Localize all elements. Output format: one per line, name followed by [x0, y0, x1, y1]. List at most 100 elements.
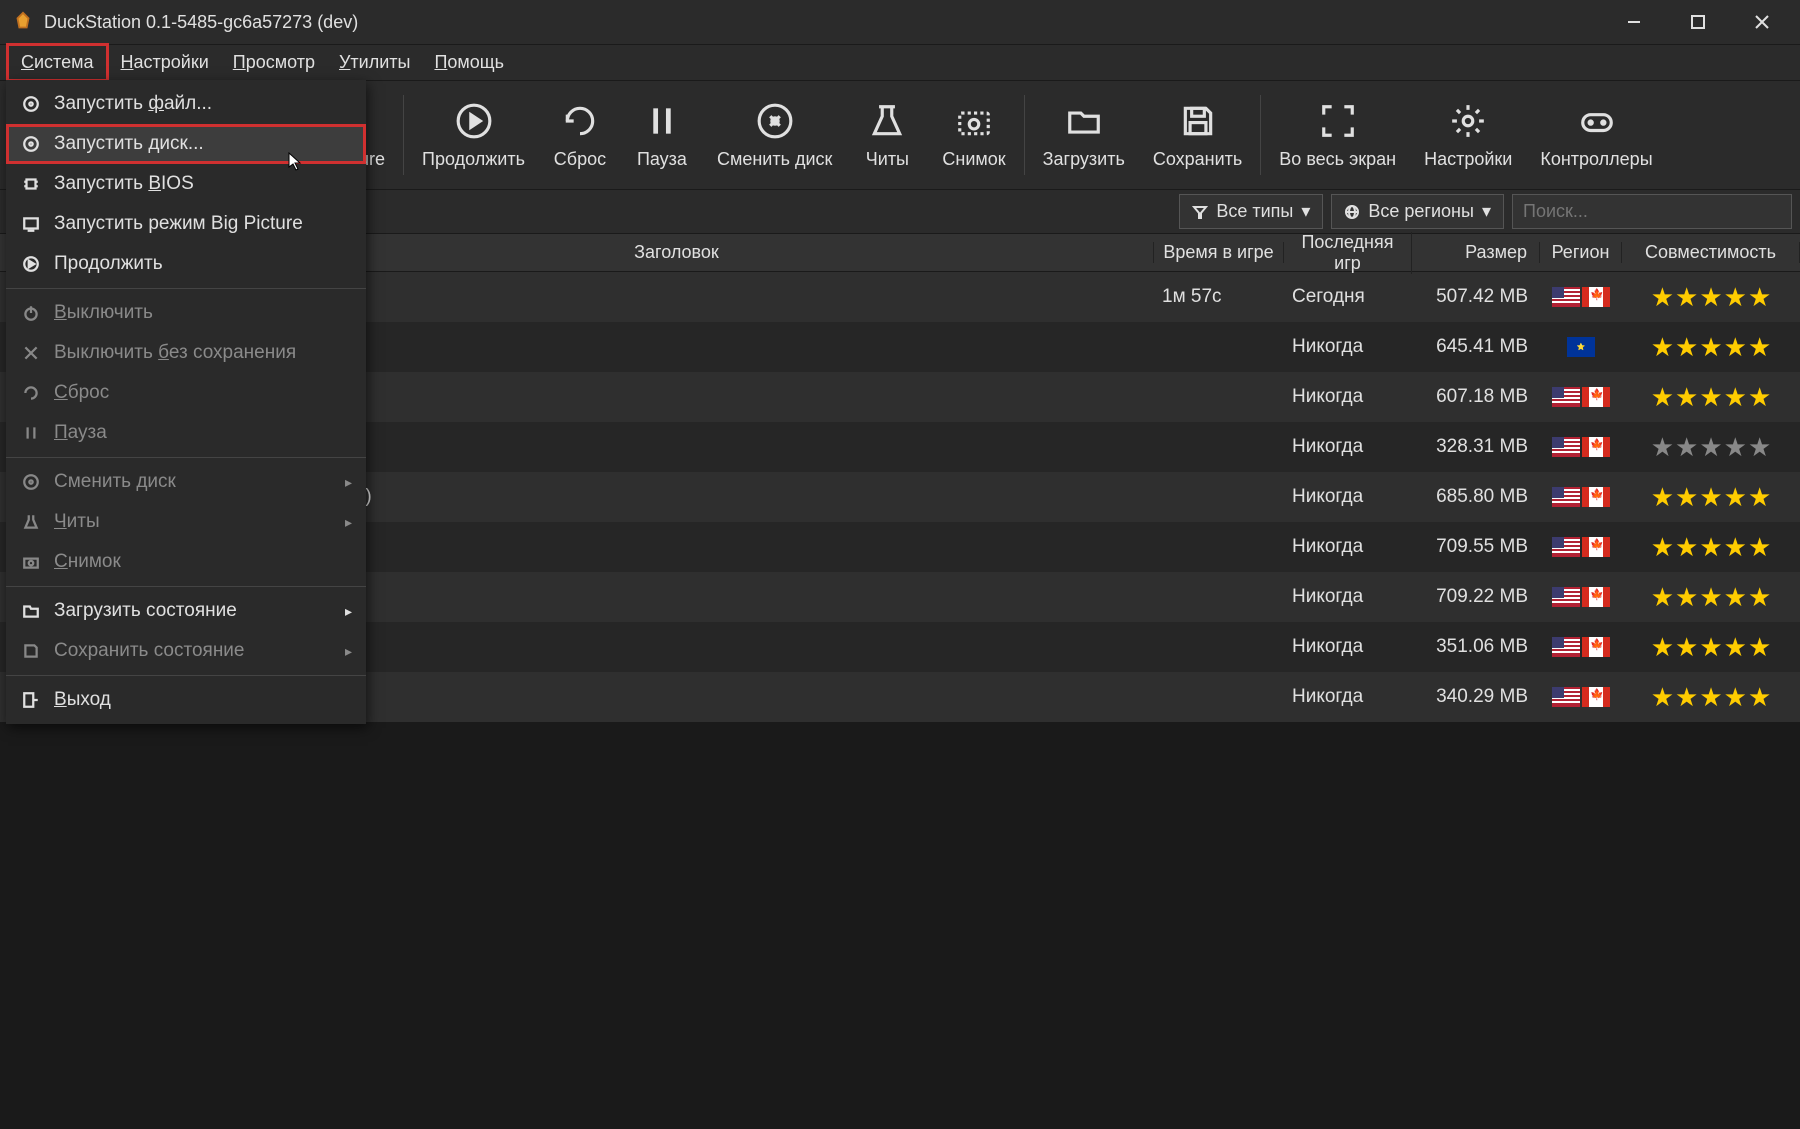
- star-icon: ★: [1651, 382, 1674, 413]
- reset-icon: [560, 101, 600, 141]
- star-icon: ★: [1651, 532, 1674, 563]
- pause-icon: [20, 422, 42, 444]
- maximize-button[interactable]: [1680, 4, 1716, 40]
- star-icon: ★: [1748, 632, 1771, 663]
- flag-eu: [1567, 337, 1595, 357]
- filter-region-dropdown[interactable]: Все регионы ▾: [1331, 194, 1504, 229]
- save-icon: [20, 640, 42, 662]
- flag-us: [1552, 437, 1580, 457]
- ctx-load-state[interactable]: Загрузить состояние ▸: [6, 591, 366, 631]
- minimize-button[interactable]: [1616, 4, 1652, 40]
- star-icon: ★: [1699, 282, 1722, 313]
- star-icon: ★: [1699, 682, 1722, 713]
- cell-size: 340.29 MB: [1412, 686, 1540, 708]
- camera-icon: [954, 101, 994, 141]
- cell-region: [1540, 637, 1622, 657]
- cell-time: 1м 57с: [1154, 286, 1284, 308]
- cell-size: 607.18 MB: [1412, 386, 1540, 408]
- tool-controllers[interactable]: Контроллеры: [1526, 93, 1666, 178]
- star-icon: ★: [1651, 332, 1674, 363]
- tool-pause[interactable]: Пауза: [621, 93, 703, 178]
- col-region[interactable]: Регион: [1540, 242, 1622, 263]
- col-size[interactable]: Размер: [1412, 242, 1540, 263]
- ctx-exit[interactable]: Выход: [6, 680, 366, 720]
- ctx-start-bigpicture[interactable]: Запустить режим Big Picture: [6, 204, 366, 244]
- chevron-right-icon: ▸: [345, 603, 352, 620]
- star-icon: ★: [1748, 332, 1771, 363]
- chip-icon: [20, 173, 42, 195]
- cell-region: [1540, 287, 1622, 307]
- save-icon: [1178, 101, 1218, 141]
- ctx-resume[interactable]: Продолжить: [6, 244, 366, 284]
- system-context-menu: Запустить файл... Запустить диск... Запу…: [6, 80, 366, 724]
- tool-resume[interactable]: Продолжить: [408, 93, 539, 178]
- star-icon: ★: [1724, 332, 1747, 363]
- star-icon: ★: [1675, 632, 1698, 663]
- close-icon: [20, 342, 42, 364]
- menu-view[interactable]: Просмотр: [221, 46, 327, 79]
- pause-icon: [642, 101, 682, 141]
- col-compat[interactable]: Совместимость: [1622, 242, 1800, 263]
- cell-region: [1540, 437, 1622, 457]
- tool-load[interactable]: Загрузить: [1029, 93, 1139, 178]
- menu-settings[interactable]: Настройки: [109, 46, 221, 79]
- tool-fullscreen[interactable]: Во весь экран: [1265, 93, 1410, 178]
- star-icon: ★: [1675, 282, 1698, 313]
- cell-last: Никогда: [1284, 436, 1412, 458]
- disc-icon: [20, 93, 42, 115]
- flag-us: [1552, 587, 1580, 607]
- flag-ca: [1582, 687, 1610, 707]
- cell-last: Никогда: [1284, 486, 1412, 508]
- exit-icon: [20, 689, 42, 711]
- filter-type-dropdown[interactable]: Все типы ▾: [1179, 194, 1323, 229]
- menu-help[interactable]: Помощь: [422, 46, 516, 79]
- folder-open-icon: [1064, 101, 1104, 141]
- power-icon: [20, 302, 42, 324]
- star-icon: ★: [1675, 532, 1698, 563]
- star-icon: ★: [1675, 482, 1698, 513]
- flag-ca: [1582, 387, 1610, 407]
- cell-compat: ★★★★★: [1622, 532, 1800, 563]
- ctx-pause: Пауза: [6, 413, 366, 453]
- cell-last: Никогда: [1284, 536, 1412, 558]
- search-input[interactable]: [1512, 194, 1792, 229]
- ctx-start-file[interactable]: Запустить файл...: [6, 84, 366, 124]
- chevron-down-icon: ▾: [1482, 201, 1491, 222]
- col-time[interactable]: Время в игре: [1154, 242, 1284, 263]
- close-button[interactable]: [1744, 4, 1780, 40]
- flag-ca: [1582, 587, 1610, 607]
- tool-screenshot[interactable]: Снимок: [928, 93, 1019, 178]
- ctx-cheats: Читы ▸: [6, 502, 366, 542]
- star-icon: ★: [1651, 282, 1674, 313]
- star-icon: ★: [1724, 682, 1747, 713]
- play-icon: [454, 101, 494, 141]
- cell-last: Никогда: [1284, 586, 1412, 608]
- col-last[interactable]: Последняя игр: [1284, 232, 1412, 274]
- tool-changedisc[interactable]: Сменить диск: [703, 93, 846, 178]
- tool-settings[interactable]: Настройки: [1410, 93, 1526, 178]
- menu-system[interactable]: Система: [6, 43, 109, 82]
- ctx-start-disc[interactable]: Запустить диск...: [6, 124, 366, 164]
- cell-last: Никогда: [1284, 686, 1412, 708]
- tool-reset[interactable]: Сброс: [539, 93, 621, 178]
- star-icon: ★: [1675, 432, 1698, 463]
- tool-save[interactable]: Сохранить: [1139, 93, 1256, 178]
- menu-utilities[interactable]: Утилиты: [327, 46, 422, 79]
- titlebar: DuckStation 0.1-5485-gc6a57273 (dev): [0, 0, 1800, 44]
- flag-ca: [1582, 437, 1610, 457]
- fullscreen-icon: [1318, 101, 1358, 141]
- star-icon: ★: [1724, 282, 1747, 313]
- disc-icon: [20, 133, 42, 155]
- cell-compat: ★★★★★: [1622, 382, 1800, 413]
- ctx-reset: Сброс: [6, 373, 366, 413]
- ctx-start-bios[interactable]: Запустить BIOS: [6, 164, 366, 204]
- star-icon: ★: [1699, 382, 1722, 413]
- flag-us: [1552, 537, 1580, 557]
- star-icon: ★: [1748, 282, 1771, 313]
- ctx-poweroff: Выключить: [6, 293, 366, 333]
- flag-us: [1552, 487, 1580, 507]
- star-icon: ★: [1748, 582, 1771, 613]
- star-icon: ★: [1724, 482, 1747, 513]
- tool-cheats[interactable]: Читы: [846, 93, 928, 178]
- star-icon: ★: [1651, 482, 1674, 513]
